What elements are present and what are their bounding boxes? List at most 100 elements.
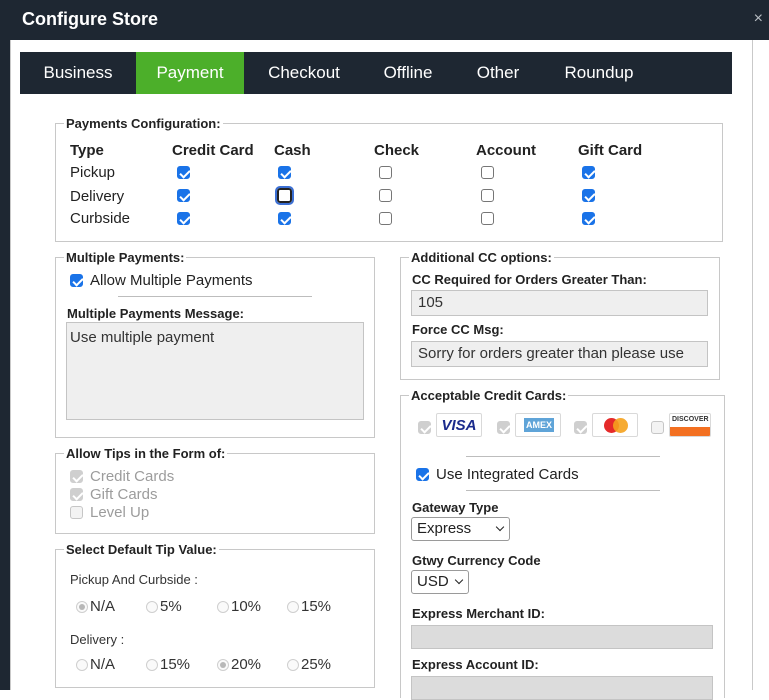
content-border-left	[10, 40, 11, 690]
allow-multiple-payments-checkbox[interactable]	[70, 274, 83, 287]
curbside-account-checkbox[interactable]	[481, 212, 494, 225]
divider	[466, 456, 660, 457]
card-discover-checkbox[interactable]	[651, 421, 664, 434]
force-cc-msg-input[interactable]: Sorry for orders greater than please use	[411, 341, 708, 367]
multiple-payments-message-label: Multiple Payments Message:	[67, 306, 244, 321]
currency-code-select[interactable]: USD	[411, 570, 469, 594]
tab-checkout[interactable]: Checkout	[248, 52, 360, 94]
delivery-tip-25-label: 25%	[301, 656, 332, 673]
dialog-titlebar: Configure Store ×	[0, 0, 769, 40]
column-header-check: Check	[374, 142, 420, 159]
gateway-type-select[interactable]: Express	[411, 517, 510, 541]
content-border-right	[752, 40, 753, 690]
pickup-curbside-label: Pickup And Curbside :	[70, 572, 198, 587]
column-header-type: Type	[70, 142, 104, 159]
express-account-id-label: Express Account ID:	[412, 657, 539, 672]
column-header-credit-card: Credit Card	[172, 142, 254, 159]
row-label-delivery: Delivery	[70, 188, 125, 205]
delivery-check-checkbox[interactable]	[379, 189, 392, 202]
card-mastercard-checkbox[interactable]	[574, 421, 587, 434]
divider	[466, 490, 660, 491]
tips-level-up-checkbox[interactable]	[70, 506, 83, 519]
column-header-gift-card: Gift Card	[578, 142, 643, 159]
discover-logo-text: DISCOVER	[672, 416, 709, 423]
pickup-tip-10-radio[interactable]	[217, 601, 229, 613]
cc-required-input[interactable]: 105	[411, 290, 708, 316]
delivery-tip-25-radio[interactable]	[287, 659, 299, 671]
visa-logo-text: VISA	[441, 417, 477, 434]
express-account-id-input[interactable]	[411, 676, 713, 700]
tips-gift-cards-label: Gift Cards	[90, 486, 158, 503]
multiple-payments-legend: Multiple Payments:	[66, 250, 185, 265]
tips-credit-cards-label: Credit Cards	[90, 468, 175, 485]
delivery-tip-15-radio[interactable]	[146, 659, 158, 671]
delivery-cash-checkbox[interactable]	[275, 186, 294, 205]
delivery-tip-20-radio[interactable]	[217, 659, 229, 671]
discover-orange-stripe	[670, 427, 710, 436]
additional-cc-legend: Additional CC options:	[411, 250, 552, 265]
column-header-account: Account	[476, 142, 536, 159]
default-tip-legend: Select Default Tip Value:	[66, 542, 217, 557]
pickup-credit-card-checkbox[interactable]	[177, 166, 190, 179]
delivery-tip-na-label: N/A	[90, 656, 116, 673]
pickup-gift-card-checkbox[interactable]	[582, 166, 595, 179]
allow-tips-legend: Allow Tips in the Form of:	[66, 446, 226, 461]
delivery-tip-label: Delivery :	[70, 632, 125, 647]
mastercard-logo-icon	[592, 413, 638, 437]
visa-logo-icon: VISA	[436, 413, 482, 437]
tab-bar: Business Payment Checkout Offline Other …	[20, 52, 732, 94]
delivery-gift-card-checkbox[interactable]	[582, 189, 595, 202]
gateway-type-label: Gateway Type	[412, 500, 499, 515]
pickup-tip-5-label: 5%	[160, 598, 182, 615]
use-integrated-cards-checkbox[interactable]	[416, 468, 429, 481]
currency-code-label: Gtwy Currency Code	[412, 553, 541, 568]
tab-business[interactable]: Business	[20, 52, 136, 94]
chevron-down-icon	[495, 522, 505, 532]
chevron-down-icon	[454, 575, 464, 585]
dialog-title: Configure Store	[22, 9, 159, 29]
allow-multiple-payments-label: Allow Multiple Payments	[90, 272, 253, 289]
card-visa-checkbox[interactable]	[418, 421, 431, 434]
pickup-tip-5-radio[interactable]	[146, 601, 158, 613]
dialog-frame	[0, 40, 10, 690]
cc-required-label: CC Required for Orders Greater Than:	[412, 272, 647, 287]
row-label-curbside: Curbside	[70, 210, 131, 227]
pickup-tip-15-label: 15%	[301, 598, 332, 615]
pickup-cash-checkbox[interactable]	[278, 166, 291, 179]
curbside-check-checkbox[interactable]	[379, 212, 392, 225]
divider	[118, 296, 312, 297]
pickup-tip-na-radio[interactable]	[76, 601, 88, 613]
curbside-credit-card-checkbox[interactable]	[177, 212, 190, 225]
delivery-account-checkbox[interactable]	[481, 189, 494, 202]
close-icon[interactable]: ×	[754, 10, 763, 28]
gateway-type-value: Express	[417, 520, 472, 537]
tab-roundup[interactable]: Roundup	[544, 52, 654, 94]
pickup-check-checkbox[interactable]	[379, 166, 392, 179]
express-merchant-id-input[interactable]	[411, 625, 713, 649]
amex-logo-text: AMEX	[524, 418, 554, 432]
card-amex-checkbox[interactable]	[497, 421, 510, 434]
row-label-pickup: Pickup	[70, 164, 116, 181]
delivery-credit-card-checkbox[interactable]	[177, 189, 190, 202]
tips-credit-cards-checkbox[interactable]	[70, 470, 83, 483]
delivery-tip-20-label: 20%	[231, 656, 262, 673]
delivery-tip-15-label: 15%	[160, 656, 191, 673]
pickup-tip-10-label: 10%	[231, 598, 262, 615]
curbside-gift-card-checkbox[interactable]	[582, 212, 595, 225]
pickup-tip-15-radio[interactable]	[287, 601, 299, 613]
multiple-payments-message-textarea[interactable]: Use multiple payment	[66, 322, 364, 420]
discover-logo-icon: DISCOVER	[669, 413, 711, 437]
pickup-account-checkbox[interactable]	[481, 166, 494, 179]
payments-configuration-legend: Payments Configuration:	[66, 116, 221, 131]
tips-gift-cards-checkbox[interactable]	[70, 488, 83, 501]
force-cc-msg-label: Force CC Msg:	[412, 322, 504, 337]
pickup-tip-na-label: N/A	[90, 598, 116, 615]
mastercard-orange-circle	[613, 418, 628, 433]
tips-level-up-label: Level Up	[90, 504, 150, 521]
tab-other[interactable]: Other	[458, 52, 538, 94]
tab-offline[interactable]: Offline	[366, 52, 450, 94]
tab-payment[interactable]: Payment	[136, 52, 244, 94]
express-merchant-id-label: Express Merchant ID:	[412, 606, 545, 621]
curbside-cash-checkbox[interactable]	[278, 212, 291, 225]
delivery-tip-na-radio[interactable]	[76, 659, 88, 671]
